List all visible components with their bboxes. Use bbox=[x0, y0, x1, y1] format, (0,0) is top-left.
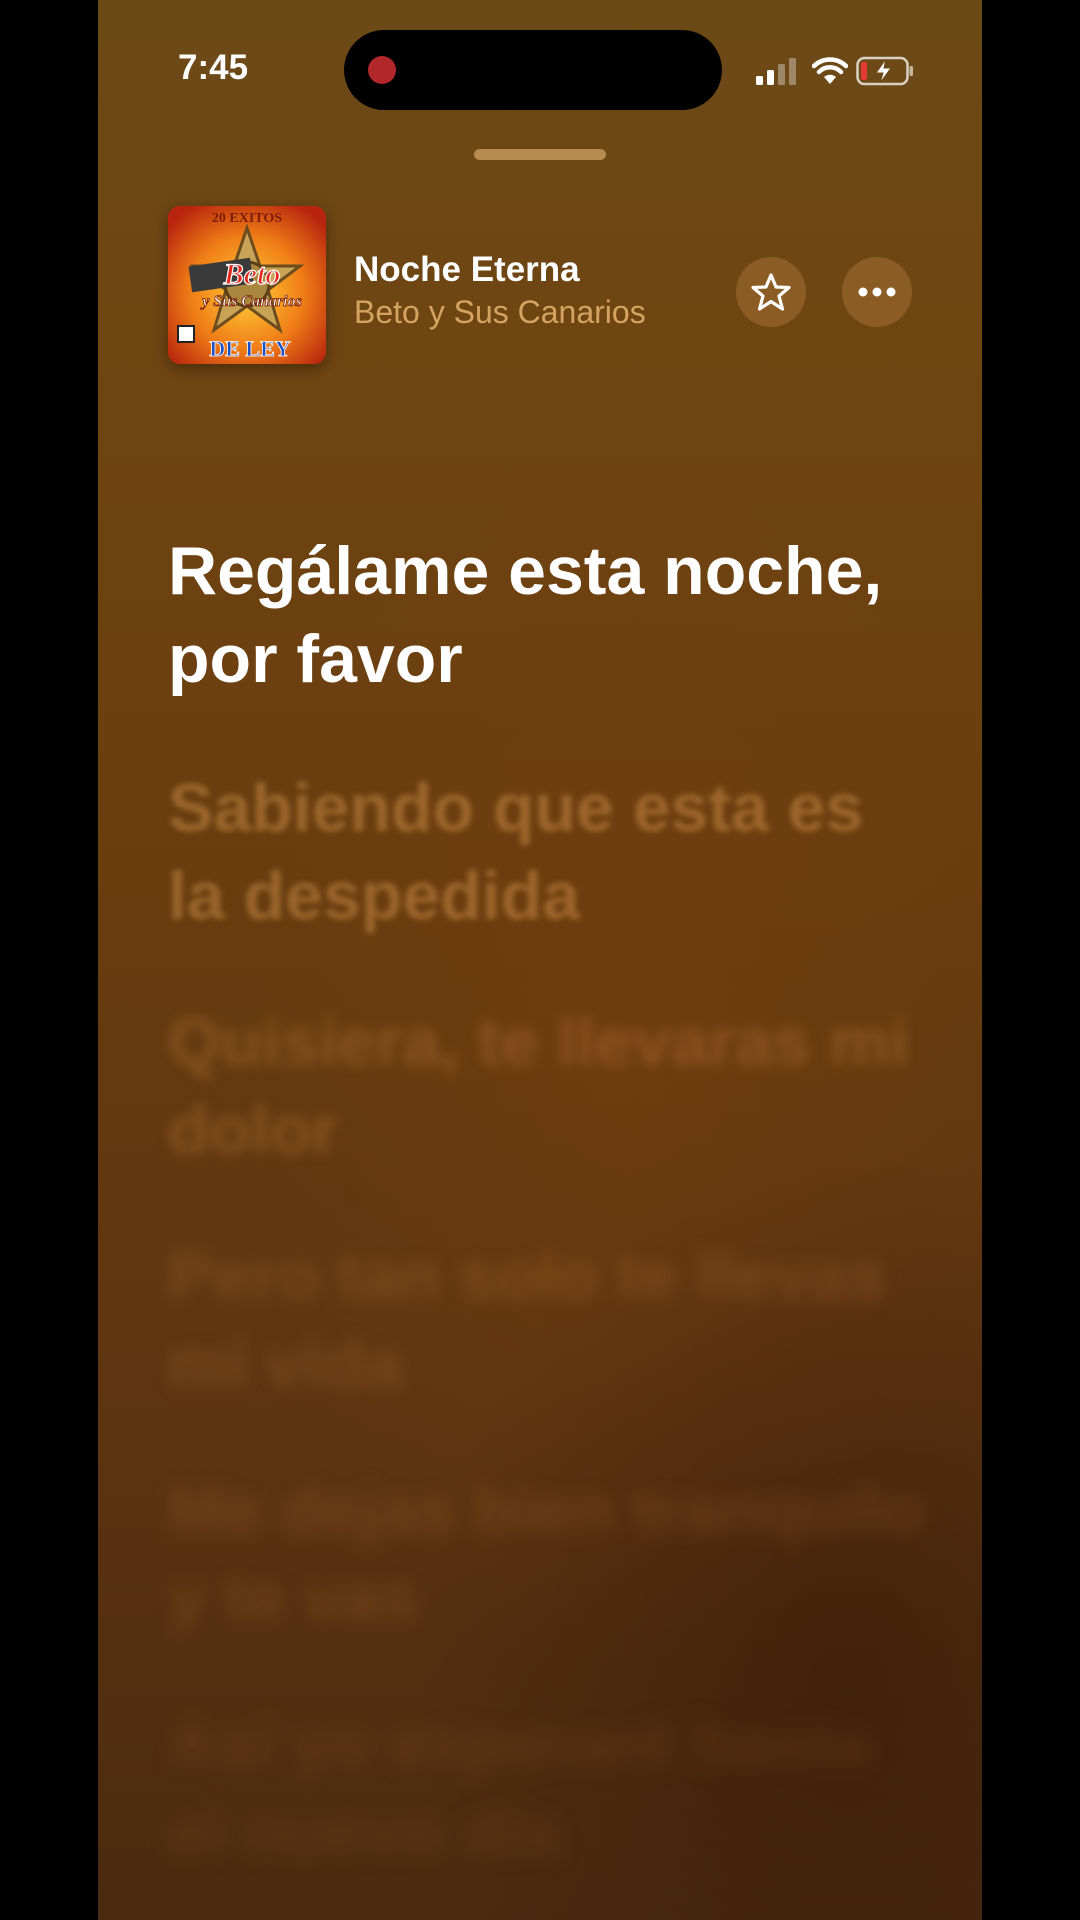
album-artwork[interactable]: 20 EXITOS Beto y Sus Canarios DE LEY bbox=[168, 206, 326, 364]
lyric-line[interactable]: Así yo esperaré hasta el nuevo día bbox=[168, 1700, 928, 1876]
ellipsis-icon bbox=[858, 287, 896, 297]
recording-indicator bbox=[368, 56, 396, 84]
wifi-icon bbox=[812, 57, 848, 84]
lyric-line[interactable]: Me dejas bien tranquilo y te vas bbox=[168, 1466, 928, 1642]
song-artist[interactable]: Beto y Sus Canarios bbox=[354, 294, 646, 331]
artwork-top-text: 20 EXITOS bbox=[212, 211, 282, 226]
more-options-button[interactable] bbox=[842, 257, 912, 327]
song-title[interactable]: Noche Eterna bbox=[354, 250, 580, 290]
artwork-main-text: Beto bbox=[223, 258, 281, 291]
artwork-sub-text: y Sus Canarios bbox=[200, 293, 302, 310]
status-time: 7:45 bbox=[178, 48, 249, 87]
now-playing-screen: 7:45 20 EXITOS Beto y Sus Canarios DE LE… bbox=[98, 0, 982, 1920]
star-icon bbox=[751, 273, 791, 311]
artwork-bottom-text: DE LEY bbox=[209, 336, 290, 361]
sheet-grabber[interactable] bbox=[474, 149, 606, 160]
favorite-button[interactable] bbox=[736, 257, 806, 327]
battery-charging-icon bbox=[856, 56, 913, 86]
dynamic-island bbox=[344, 30, 722, 110]
lyric-line[interactable]: Pero tan solo te llevas mi vida bbox=[168, 1232, 928, 1408]
lyric-line-current[interactable]: Regálame esta noche, por favor bbox=[168, 527, 928, 703]
signal-icon bbox=[756, 58, 796, 85]
lyric-line[interactable]: Sabiendo que esta es la despedida bbox=[168, 764, 928, 940]
lyric-line[interactable]: Quisiera, te llevaras mi dolor bbox=[168, 998, 928, 1174]
